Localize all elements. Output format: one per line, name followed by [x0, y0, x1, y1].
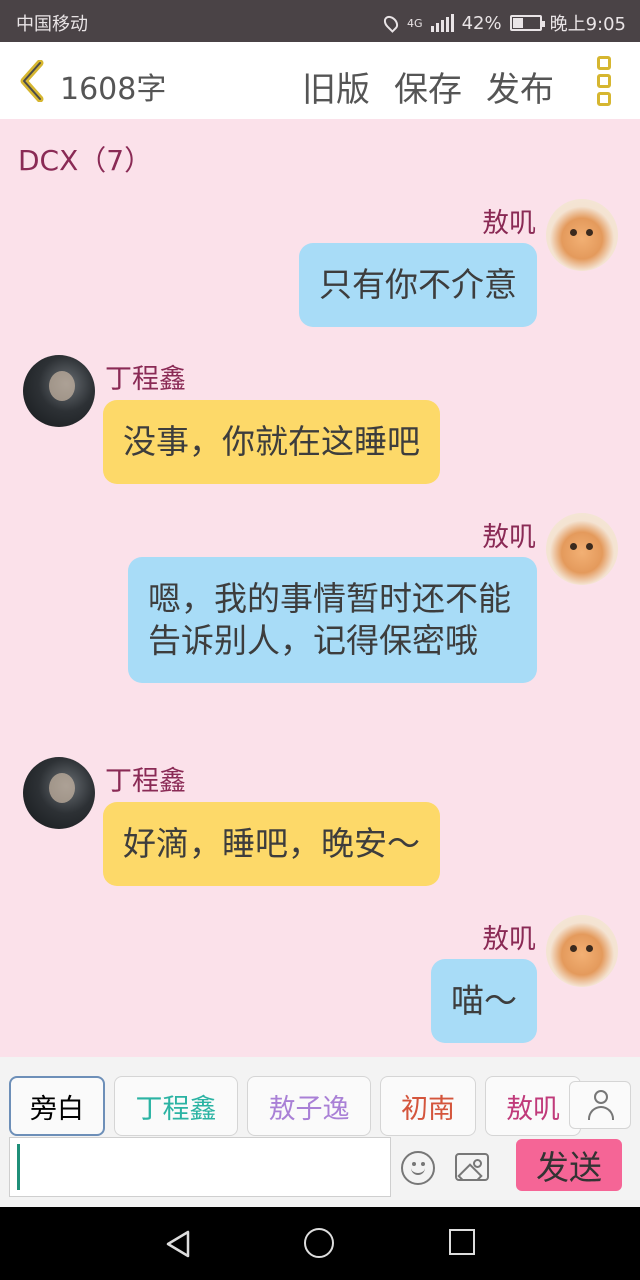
- carrier-label: 中国移动: [16, 14, 88, 35]
- message-bubble[interactable]: 喵～: [431, 959, 537, 1043]
- clock: 晚上9:05: [549, 14, 626, 35]
- role-chunan-button[interactable]: 初南: [380, 1076, 476, 1136]
- emoji-icon[interactable]: [401, 1151, 435, 1185]
- boy-avatar[interactable]: [23, 355, 95, 427]
- status-right: 4G 42% 晚上9:05: [381, 10, 626, 36]
- message-bubble[interactable]: 好滴，睡吧，晚安～: [103, 802, 440, 886]
- text-caret: [17, 1144, 20, 1190]
- top-toolbar: 1608字 旧版 保存 发布: [0, 42, 640, 119]
- role-ao-ziyi-button[interactable]: 敖子逸: [247, 1076, 371, 1136]
- role-narrator-button[interactable]: 旁白: [9, 1076, 105, 1136]
- role-aoji-button[interactable]: 敖叽: [485, 1076, 581, 1136]
- role-selector: 旁白 丁程鑫 敖子逸 初南 敖叽: [0, 1057, 640, 1137]
- more-menu-icon[interactable]: [594, 56, 614, 106]
- save-button[interactable]: 保存: [394, 62, 462, 111]
- role-ding-button[interactable]: 丁程鑫: [114, 1076, 238, 1136]
- message-bubble[interactable]: 没事，你就在这睡吧: [103, 400, 440, 484]
- send-button[interactable]: 发送: [516, 1139, 622, 1191]
- chat-area[interactable]: DCX（7） 敖叽 只有你不介意 丁程鑫 没事，你就在这睡吧 敖叽 嗯，我的事情…: [0, 119, 640, 1057]
- nav-back-icon[interactable]: [164, 1229, 194, 1259]
- cat-avatar[interactable]: [546, 915, 618, 987]
- sender-name: 敖叽: [482, 208, 536, 239]
- old-version-button[interactable]: 旧版: [302, 62, 370, 111]
- cat-avatar[interactable]: [546, 513, 618, 585]
- input-bar: 发送: [0, 1137, 640, 1207]
- message-input[interactable]: [9, 1137, 391, 1197]
- word-count: 1608字: [60, 72, 167, 107]
- sender-name: 丁程鑫: [105, 364, 186, 395]
- location-icon: [381, 13, 401, 33]
- system-nav-bar: [0, 1207, 640, 1280]
- battery-fill: [512, 18, 524, 28]
- sender-name: 丁程鑫: [105, 766, 186, 797]
- nav-home-icon[interactable]: [304, 1228, 334, 1258]
- network-type: 4G: [407, 16, 423, 30]
- boy-avatar[interactable]: [23, 757, 95, 829]
- status-bar: 中国移动 4G 42% 晚上9:05: [0, 0, 640, 42]
- publish-button[interactable]: 发布: [486, 62, 554, 111]
- back-chevron-icon[interactable]: [16, 60, 50, 102]
- cat-avatar[interactable]: [546, 199, 618, 271]
- battery-percent: 42%: [461, 12, 502, 34]
- nav-recent-icon[interactable]: [449, 1229, 475, 1255]
- message-bubble[interactable]: 只有你不介意: [299, 243, 537, 327]
- image-icon[interactable]: [455, 1153, 489, 1181]
- sender-name: 敖叽: [482, 924, 536, 955]
- sender-name: 敖叽: [482, 522, 536, 553]
- message-bubble[interactable]: 嗯，我的事情暂时还不能告诉别人，记得保密哦: [128, 557, 537, 683]
- chat-title: DCX（7）: [18, 144, 153, 177]
- battery-icon: [509, 15, 545, 31]
- signal-icon: [430, 14, 454, 32]
- add-role-user-icon[interactable]: [569, 1081, 631, 1129]
